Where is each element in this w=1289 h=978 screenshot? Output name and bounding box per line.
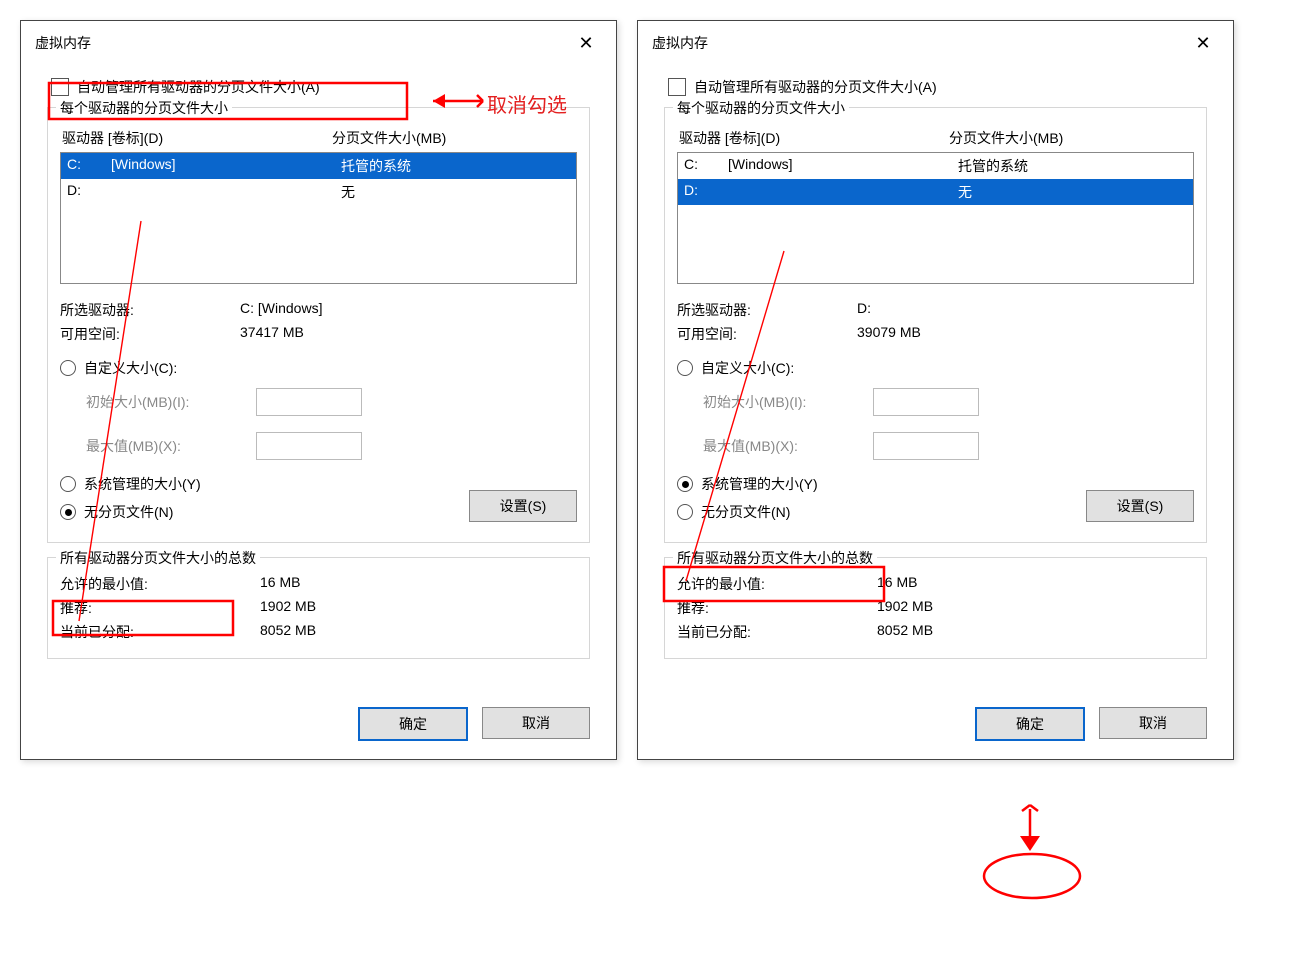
- radio-custom[interactable]: 自定义大小(C):: [677, 354, 1194, 382]
- close-icon[interactable]: ✕: [1183, 33, 1223, 54]
- radio-icon[interactable]: [677, 504, 693, 520]
- totals-group-label: 所有驱动器分页文件大小的总数: [673, 548, 877, 568]
- dialog-virtual-memory-left: 虚拟内存 ✕ 自动管理所有驱动器的分页文件大小(A) 每个驱动器的分页文件大小 …: [20, 20, 617, 760]
- drive-row[interactable]: C: [Windows] 托管的系统: [61, 153, 576, 179]
- min-label: 允许的最小值:: [677, 574, 877, 594]
- drives-group: 每个驱动器的分页文件大小 驱动器 [卷标](D) 分页文件大小(MB) C: […: [47, 107, 590, 543]
- selected-drive-value: C: [Windows]: [240, 300, 322, 320]
- totals-group-label: 所有驱动器分页文件大小的总数: [56, 548, 260, 568]
- drive-row[interactable]: D: 无: [61, 179, 576, 205]
- col-size: 分页文件大小(MB): [332, 128, 446, 148]
- init-size-input[interactable]: [256, 388, 362, 416]
- dialog-title: 虚拟内存: [35, 33, 91, 53]
- close-icon[interactable]: ✕: [566, 33, 606, 54]
- selected-drive-label: 所选驱动器:: [60, 300, 240, 320]
- set-button[interactable]: 设置(S): [1086, 490, 1194, 522]
- ok-button[interactable]: 确定: [358, 707, 468, 741]
- free-space-value: 39079 MB: [857, 324, 921, 344]
- free-space-label: 可用空间:: [60, 324, 240, 344]
- max-size-input[interactable]: [256, 432, 362, 460]
- drive-row[interactable]: C: [Windows] 托管的系统: [678, 153, 1193, 179]
- min-label: 允许的最小值:: [60, 574, 260, 594]
- cur-label: 当前已分配:: [677, 622, 877, 642]
- init-size-label: 初始大小(MB)(I):: [703, 392, 873, 412]
- dialog-virtual-memory-right: 虚拟内存 ✕ 自动管理所有驱动器的分页文件大小(A) 每个驱动器的分页文件大小 …: [637, 20, 1234, 760]
- max-size-label: 最大值(MB)(X):: [86, 436, 256, 456]
- rec-value: 1902 MB: [260, 598, 316, 618]
- init-size-label: 初始大小(MB)(I):: [86, 392, 256, 412]
- auto-manage-checkbox[interactable]: [668, 78, 686, 96]
- drive-row[interactable]: D: 无: [678, 179, 1193, 205]
- drives-list[interactable]: C: [Windows] 托管的系统 D: 无: [60, 152, 577, 284]
- radio-icon[interactable]: [60, 476, 76, 492]
- drives-header: 驱动器 [卷标](D) 分页文件大小(MB): [677, 124, 1194, 152]
- totals-group: 所有驱动器分页文件大小的总数 允许的最小值:16 MB 推荐:1902 MB 当…: [47, 557, 590, 659]
- drives-group-label: 每个驱动器的分页文件大小: [673, 98, 849, 118]
- cur-value: 8052 MB: [260, 622, 316, 642]
- cancel-button[interactable]: 取消: [482, 707, 590, 739]
- rec-label: 推荐:: [60, 598, 260, 618]
- cur-value: 8052 MB: [877, 622, 933, 642]
- max-size-input[interactable]: [873, 432, 979, 460]
- drives-header: 驱动器 [卷标](D) 分页文件大小(MB): [60, 124, 577, 152]
- set-button[interactable]: 设置(S): [469, 490, 577, 522]
- init-size-input[interactable]: [873, 388, 979, 416]
- free-space-label: 可用空间:: [677, 324, 857, 344]
- radio-icon[interactable]: [677, 476, 693, 492]
- cur-label: 当前已分配:: [60, 622, 260, 642]
- radio-icon[interactable]: [60, 504, 76, 520]
- auto-manage-label: 自动管理所有驱动器的分页文件大小(A): [694, 77, 937, 97]
- min-value: 16 MB: [877, 574, 917, 594]
- col-drive: 驱动器 [卷标](D): [679, 128, 949, 148]
- rec-label: 推荐:: [677, 598, 877, 618]
- selected-drive-value: D:: [857, 300, 871, 320]
- drives-list[interactable]: C: [Windows] 托管的系统 D: 无: [677, 152, 1194, 284]
- radio-icon[interactable]: [60, 360, 76, 376]
- rec-value: 1902 MB: [877, 598, 933, 618]
- max-size-label: 最大值(MB)(X):: [703, 436, 873, 456]
- drives-group: 每个驱动器的分页文件大小 驱动器 [卷标](D) 分页文件大小(MB) C: […: [664, 107, 1207, 543]
- radio-icon[interactable]: [677, 360, 693, 376]
- cancel-button[interactable]: 取消: [1099, 707, 1207, 739]
- col-drive: 驱动器 [卷标](D): [62, 128, 332, 148]
- free-space-value: 37417 MB: [240, 324, 304, 344]
- auto-manage-label: 自动管理所有驱动器的分页文件大小(A): [77, 77, 320, 97]
- col-size: 分页文件大小(MB): [949, 128, 1063, 148]
- drives-group-label: 每个驱动器的分页文件大小: [56, 98, 232, 118]
- selected-drive-label: 所选驱动器:: [677, 300, 857, 320]
- radio-custom[interactable]: 自定义大小(C):: [60, 354, 577, 382]
- dialog-title: 虚拟内存: [652, 33, 708, 53]
- totals-group: 所有驱动器分页文件大小的总数 允许的最小值:16 MB 推荐:1902 MB 当…: [664, 557, 1207, 659]
- ok-button[interactable]: 确定: [975, 707, 1085, 741]
- auto-manage-checkbox[interactable]: [51, 78, 69, 96]
- min-value: 16 MB: [260, 574, 300, 594]
